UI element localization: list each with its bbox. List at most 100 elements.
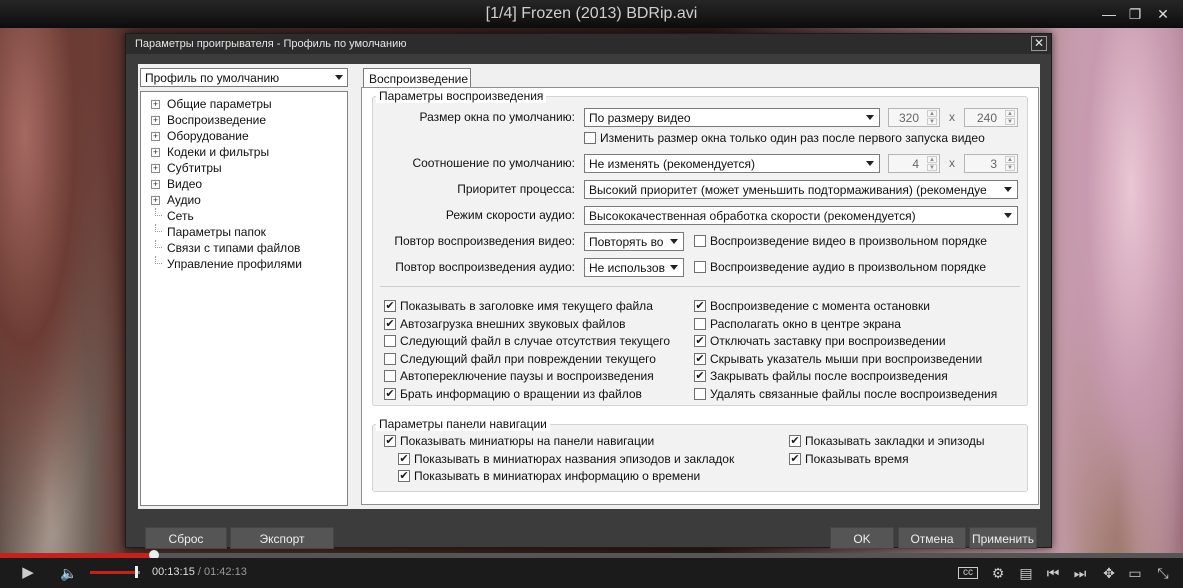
window-icon[interactable]: ▭: [1126, 564, 1144, 582]
profile-select-value: Профиль по умолчанию: [145, 71, 280, 85]
repeat-video-select[interactable]: Повторять во: [584, 232, 684, 251]
checkbox-box[interactable]: ✔: [398, 470, 410, 482]
expand-icon[interactable]: +: [151, 196, 160, 205]
checkbox-box[interactable]: [694, 317, 706, 330]
spin-down-icon[interactable]: ▼: [1005, 118, 1015, 125]
expand-icon[interactable]: +: [151, 100, 160, 109]
dialog-close-icon[interactable]: ✕: [1031, 36, 1047, 51]
show-bookmarks-checkbox[interactable]: ✔ Показывать закладки и эпизоды: [789, 434, 985, 449]
tree-item-audio[interactable]: + Аудио: [151, 192, 347, 208]
tree-item-playback[interactable]: + Воспроизведение: [151, 112, 347, 128]
option-checkbox[interactable]: Автопереключение паузы и воспроизведения: [384, 369, 654, 384]
checkbox-box[interactable]: ✔: [789, 453, 801, 465]
option-checkbox[interactable]: ✔ Воспроизведение с момента остановки: [694, 299, 930, 314]
window-size-select[interactable]: По размеру видео: [584, 108, 880, 127]
restore-icon[interactable]: ❐: [1127, 6, 1143, 22]
tree-item-hardware[interactable]: + Оборудование: [151, 128, 347, 144]
checkbox-box[interactable]: ✔: [694, 335, 706, 348]
option-checkbox[interactable]: Удалять связанные файлы после воспроизве…: [694, 387, 997, 402]
priority-select[interactable]: Высокий приоритет (может уменьшить подто…: [584, 180, 1018, 199]
option-checkbox[interactable]: Располагать окно в центре экрана: [694, 317, 901, 332]
cancel-button[interactable]: Отмена: [898, 527, 966, 549]
volume-slider[interactable]: [90, 566, 140, 578]
checkbox-box[interactable]: [384, 352, 396, 365]
expand-icon[interactable]: +: [151, 148, 160, 157]
thumb-names-checkbox[interactable]: ✔ Показывать в миниатюрах названия эпизод…: [398, 452, 734, 467]
audio-speed-select[interactable]: Высококачественная обработка скорости (р…: [584, 206, 1018, 225]
height-spinner[interactable]: 240 ▲ ▼: [964, 108, 1018, 127]
show-time-checkbox[interactable]: ✔ Показывать время: [789, 452, 909, 467]
option-checkbox[interactable]: ✔ Автозагрузка внешних звуковых файлов: [384, 317, 626, 332]
checkbox-box[interactable]: ✔: [384, 435, 396, 447]
checkbox-box[interactable]: ✔: [789, 435, 801, 447]
gear-icon[interactable]: ⚙: [988, 564, 1008, 582]
spin-up-icon[interactable]: ▲: [927, 156, 937, 163]
tree-item-video[interactable]: + Видео: [151, 176, 347, 192]
thumb-time-checkbox[interactable]: ✔ Показывать в миниатюрах информацию о вр…: [398, 469, 700, 484]
tree-item-profiles[interactable]: Управление профилями: [151, 256, 347, 272]
expand-icon[interactable]: +: [151, 116, 160, 125]
play-icon[interactable]: ▶: [18, 564, 38, 582]
crop-icon[interactable]: ✥: [1099, 564, 1119, 582]
ratio-w-spinner[interactable]: 4 ▲ ▼: [888, 154, 940, 173]
volume-icon[interactable]: 🔈: [58, 564, 80, 582]
checkbox-box[interactable]: [584, 132, 596, 144]
spin-down-icon[interactable]: ▼: [927, 118, 937, 125]
previous-icon[interactable]: ⏮: [1044, 564, 1062, 582]
shuffle-video-checkbox[interactable]: Воспроизведение видео в произвольном пор…: [694, 234, 987, 249]
checkbox-box[interactable]: [384, 335, 396, 348]
option-checkbox[interactable]: ✔ Закрывать файлы после воспроизведения: [694, 369, 948, 384]
expand-icon[interactable]: +: [151, 164, 160, 173]
option-checkbox[interactable]: ✔ Скрывать указатель мыши при воспроизвед…: [694, 352, 982, 367]
checkbox-box[interactable]: ✔: [694, 352, 706, 365]
option-checkbox[interactable]: Следующий файл в случае отсутствия текущ…: [384, 334, 670, 349]
tree-item-associations[interactable]: Связи с типами файлов: [151, 240, 347, 256]
checkbox-box[interactable]: [694, 261, 706, 273]
apply-button[interactable]: Применить: [969, 527, 1037, 549]
checkbox-box[interactable]: ✔: [384, 317, 396, 330]
reset-button[interactable]: Сброс: [145, 527, 227, 549]
tree-item-codecs[interactable]: + Кодеки и фильтры: [151, 144, 347, 160]
volume-handle[interactable]: [135, 566, 138, 578]
checkbox-box[interactable]: ✔: [694, 300, 706, 312]
option-checkbox[interactable]: Следующий файл при повреждении текущего: [384, 352, 656, 367]
next-icon[interactable]: ⏭: [1071, 564, 1089, 582]
checkbox-box[interactable]: ✔: [694, 370, 706, 383]
spin-down-icon[interactable]: ▼: [927, 164, 937, 171]
fullscreen-icon[interactable]: ⤡: [1153, 564, 1173, 582]
width-spinner[interactable]: 320 ▲ ▼: [888, 108, 940, 127]
chapter-icon[interactable]: ▤: [1016, 564, 1036, 582]
expand-icon[interactable]: +: [151, 180, 160, 189]
ratio-select[interactable]: Не изменять (рекомендуется): [584, 154, 880, 173]
tree-item-general[interactable]: + Общие параметры: [151, 96, 347, 112]
checkbox-box[interactable]: ✔: [398, 453, 410, 465]
checkbox-box[interactable]: [694, 388, 706, 400]
repeat-audio-select[interactable]: Не использов: [584, 258, 684, 277]
checkbox-box[interactable]: ✔: [384, 300, 396, 312]
show-thumbs-checkbox[interactable]: ✔ Показывать миниатюры на панели навигаци…: [384, 434, 654, 449]
tree-item-network[interactable]: Сеть: [151, 208, 347, 224]
profile-select[interactable]: Профиль по умолчанию: [140, 68, 348, 87]
option-checkbox[interactable]: ✔ Брать информацию о вращении из файлов: [384, 387, 642, 402]
export-button[interactable]: Экспорт: [230, 527, 334, 549]
tree-item-subtitles[interactable]: + Субтитры: [151, 160, 347, 176]
spin-up-icon[interactable]: ▲: [1005, 156, 1015, 163]
minimize-icon[interactable]: —: [1101, 6, 1117, 22]
ok-button[interactable]: OK: [830, 527, 894, 549]
checkbox-box[interactable]: [694, 235, 706, 247]
spin-up-icon[interactable]: ▲: [927, 110, 937, 117]
close-icon[interactable]: ✕: [1155, 6, 1171, 22]
option-checkbox[interactable]: ✔ Показывать в заголовке имя текущего фай…: [384, 299, 653, 314]
resize-once-checkbox[interactable]: Изменить размер окна только один раз пос…: [584, 131, 985, 146]
shuffle-audio-checkbox[interactable]: Воспроизведение аудио в произвольном пор…: [694, 260, 986, 275]
option-checkbox[interactable]: ✔ Отключать заставку при воспроизведении: [694, 334, 946, 349]
spin-up-icon[interactable]: ▲: [1005, 110, 1015, 117]
spin-down-icon[interactable]: ▼: [1005, 164, 1015, 171]
ratio-h-spinner[interactable]: 3 ▲ ▼: [964, 154, 1018, 173]
checkbox-box[interactable]: ✔: [384, 388, 396, 400]
tree-item-folders[interactable]: Параметры папок: [151, 224, 347, 240]
subtitles-icon[interactable]: cc: [958, 567, 978, 579]
expand-icon[interactable]: +: [151, 132, 160, 141]
checkbox-box[interactable]: [384, 370, 396, 383]
tab-playback[interactable]: Воспроизведение: [363, 68, 471, 88]
